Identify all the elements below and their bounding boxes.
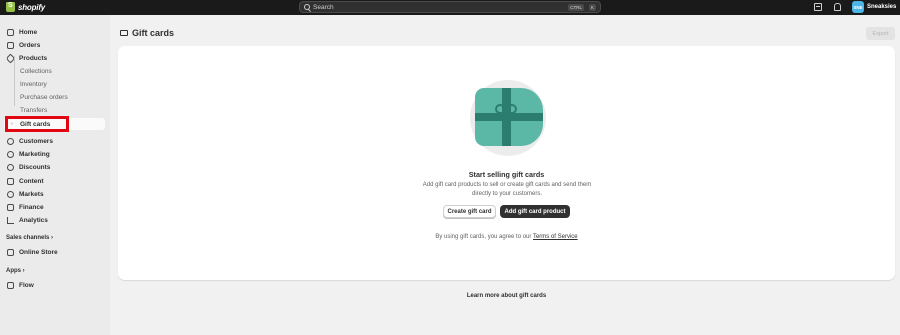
- sidebar-item-label: Home: [19, 28, 38, 36]
- discount-icon: [7, 163, 14, 171]
- annotation-highlight: [5, 116, 69, 132]
- sidebar-item-analytics[interactable]: Analytics: [4, 214, 105, 226]
- sidebar-subitem-purchase-orders[interactable]: Purchase orders: [20, 94, 68, 101]
- page-title: Gift cards: [120, 28, 174, 38]
- sidebar-item-label: Products: [19, 54, 48, 62]
- empty-state-heading: Start selling gift cards: [468, 170, 545, 179]
- bow-right: [507, 104, 517, 114]
- search-placeholder: Search: [313, 3, 334, 11]
- export-button[interactable]: Export: [866, 27, 895, 40]
- ribbon-horizontal: [475, 113, 543, 121]
- sidebar-item-label: Customers: [19, 137, 53, 145]
- store-icon[interactable]: [814, 3, 822, 11]
- top-bar: shopify Search CTRL K SNE Sneaksies: [0, 0, 900, 15]
- sidebar-item-label: Flow: [19, 281, 34, 289]
- shortcut-key-k: K: [588, 3, 596, 11]
- store-name: Sneaksies: [867, 4, 897, 10]
- bank-icon: [7, 203, 14, 211]
- sidebar-item-label: Content: [19, 177, 44, 185]
- sidebar-subitem-collections[interactable]: Collections: [20, 68, 52, 75]
- add-gift-card-product-button[interactable]: Add gift card product: [500, 205, 570, 218]
- sidebar-item-label: Orders: [19, 41, 41, 49]
- sidebar-item-discounts[interactable]: Discounts: [4, 161, 105, 173]
- bell-icon[interactable]: [833, 3, 841, 11]
- shopify-bag-icon: [6, 2, 15, 12]
- store-icon: [7, 248, 14, 256]
- person-icon: [7, 137, 14, 145]
- sales-channels-heading[interactable]: Sales channels ›: [6, 235, 53, 241]
- sidebar-item-markets[interactable]: Markets: [4, 188, 105, 200]
- chart-icon: [7, 216, 14, 224]
- sidebar-subitem-inventory[interactable]: Inventory: [20, 81, 47, 88]
- sidebar-item-label: Finance: [19, 203, 44, 211]
- bow-left: [495, 104, 505, 114]
- sidebar-item-marketing[interactable]: Marketing: [4, 148, 105, 160]
- logo-text: shopify: [18, 2, 46, 12]
- sidebar-item-orders[interactable]: Orders: [4, 39, 105, 51]
- sidebar-item-label: Analytics: [19, 216, 48, 224]
- gift-card-illustration: [475, 88, 543, 146]
- content-icon: [7, 177, 14, 185]
- apps-heading[interactable]: Apps ›: [6, 268, 25, 274]
- sidebar-item-flow[interactable]: Flow: [4, 279, 105, 291]
- apps-label: Apps: [6, 268, 21, 274]
- sidebar-item-label: Marketing: [19, 150, 50, 158]
- gift-card-icon: [120, 30, 128, 36]
- sidebar-item-finance[interactable]: Finance: [4, 201, 105, 213]
- empty-state-description: Add gift card products to sell or create…: [422, 182, 592, 197]
- home-icon: [7, 28, 14, 36]
- sidebar-item-label: Online Store: [19, 248, 58, 256]
- terms-prefix: By using gift cards, you agree to our: [435, 234, 532, 240]
- user-menu[interactable]: SNE Sneaksies: [852, 1, 896, 13]
- create-gift-card-button[interactable]: Create gift card: [443, 205, 496, 218]
- sales-channels-label: Sales channels: [6, 235, 50, 241]
- flow-icon: [7, 281, 14, 289]
- orders-icon: [7, 41, 14, 49]
- terms-text: By using gift cards, you agree to our Te…: [118, 234, 895, 240]
- sidebar-item-online-store[interactable]: Online Store: [4, 246, 105, 258]
- search-bar[interactable]: Search CTRL K: [299, 1, 601, 13]
- learn-more-link[interactable]: Learn more about gift cards: [118, 293, 895, 299]
- globe-icon: [7, 190, 14, 198]
- sidebar-item-label: Discounts: [19, 163, 51, 171]
- search-icon: [304, 4, 310, 10]
- sidebar-item-home[interactable]: Home: [4, 26, 105, 38]
- shortcut-key-ctrl: CTRL: [568, 3, 584, 11]
- sidebar-subitem-transfers[interactable]: Transfers: [20, 107, 47, 114]
- sidebar-item-content[interactable]: Content: [4, 175, 105, 187]
- sidebar-item-label: Markets: [19, 190, 44, 198]
- page-title-text: Gift cards: [132, 28, 175, 38]
- sidebar-item-customers[interactable]: Customers: [4, 135, 105, 147]
- terms-of-service-link[interactable]: Terms of Service: [533, 234, 578, 240]
- subnav-line: [14, 56, 15, 106]
- avatar: SNE: [852, 1, 864, 13]
- target-icon: [7, 150, 14, 158]
- shopify-logo[interactable]: shopify: [6, 2, 45, 12]
- sidebar-item-products[interactable]: Products: [4, 52, 105, 64]
